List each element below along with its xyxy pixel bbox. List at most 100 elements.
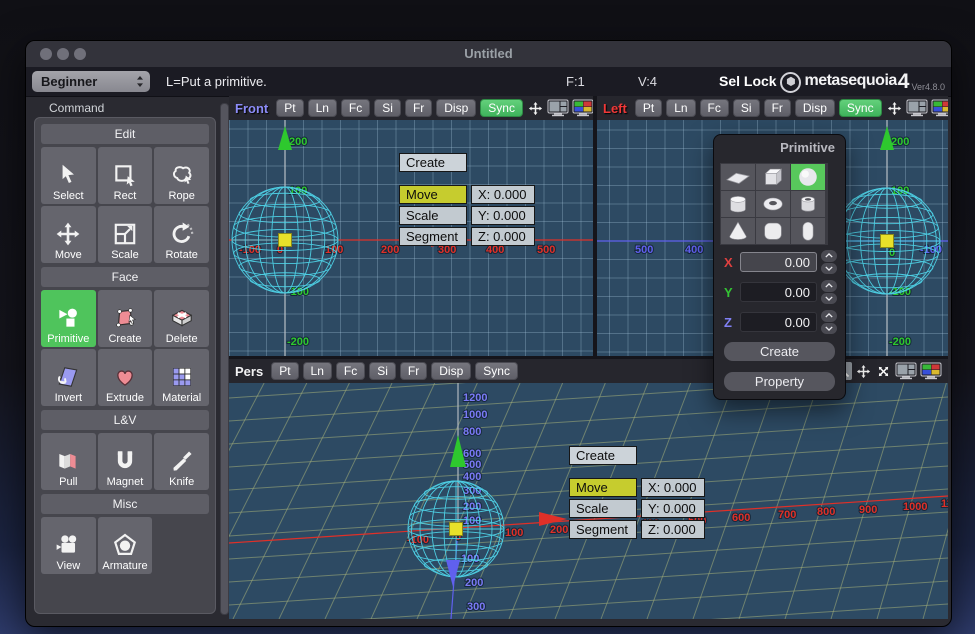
selection-handle[interactable]: [450, 523, 463, 536]
selection-handle[interactable]: [881, 235, 894, 248]
viewport-front-button-ln[interactable]: Ln: [308, 99, 337, 117]
sidebar-item-scale[interactable]: Scale: [98, 206, 153, 263]
viewport-front-body[interactable]: -1000100200300400500200100-100-200 Creat…: [229, 120, 593, 356]
scale-mode-button[interactable]: Scale: [399, 206, 467, 225]
viewport-front-button-sync[interactable]: Sync: [480, 99, 523, 117]
axis-value-field[interactable]: X: 0.000: [641, 478, 705, 497]
sidebar-item-delete[interactable]: Delete: [154, 290, 209, 347]
viewport-left-button-pt[interactable]: Pt: [635, 99, 662, 117]
monitor-plain-icon[interactable]: [894, 362, 917, 380]
rotate-icon: [169, 221, 195, 247]
axis-value-field[interactable]: Y: 0.000: [471, 206, 535, 225]
primitive-shape-plane[interactable]: [721, 164, 755, 190]
move-mode-button[interactable]: Move: [399, 185, 467, 204]
step-down-button[interactable]: [821, 293, 837, 305]
viewport-pers-button-fr[interactable]: Fr: [400, 362, 427, 380]
viewport-left-button-sync[interactable]: Sync: [839, 99, 882, 117]
sidebar-item-rope[interactable]: Rope: [154, 147, 209, 204]
move-icon[interactable]: [886, 99, 904, 117]
primitive-create-button[interactable]: Create: [724, 342, 835, 361]
axis-input-x[interactable]: 0.00: [740, 252, 817, 272]
move-icon[interactable]: [854, 362, 872, 380]
viewport-left-button-si[interactable]: Si: [733, 99, 760, 117]
viewport-pers-button-si[interactable]: Si: [369, 362, 396, 380]
primitive-shape-capsule[interactable]: [791, 218, 825, 244]
monitor-plain-icon[interactable]: [906, 99, 929, 117]
create-button[interactable]: Create: [399, 153, 467, 172]
sidebar-item-armature[interactable]: Armature: [98, 517, 153, 574]
move-icon[interactable]: [527, 99, 545, 117]
sidebar-item-extrude[interactable]: Extrude: [98, 349, 153, 406]
command-panel: EditSelectRectRopeMoveScaleRotateFacePri…: [34, 117, 216, 614]
primitive-axis-row-z: Z0.00: [714, 312, 845, 334]
sidebar-item-label: Delete: [166, 333, 198, 345]
viewport-left-button-fc[interactable]: Fc: [700, 99, 729, 117]
create-button[interactable]: Create: [569, 446, 637, 465]
metasequoia-logo-icon: ⬢: [780, 72, 801, 93]
step-up-button[interactable]: [821, 250, 837, 262]
cube-icon: [758, 165, 788, 189]
sidebar-item-invert[interactable]: Invert: [41, 349, 96, 406]
svg-text:1000: 1000: [903, 501, 927, 513]
viewport-pers-button-disp[interactable]: Disp: [431, 362, 471, 380]
segment-mode-button[interactable]: Segment: [569, 520, 637, 539]
axis-value-field[interactable]: Z: 0.000: [471, 227, 535, 246]
viewport-front-button-fr[interactable]: Fr: [405, 99, 432, 117]
axis-value-field[interactable]: Z: 0.000: [641, 520, 705, 539]
sidebar-item-magnet[interactable]: Magnet: [98, 433, 153, 490]
sidebar-scrollbar[interactable]: [220, 103, 229, 615]
viewport-pers-button-fc[interactable]: Fc: [336, 362, 365, 380]
capsule-icon: [793, 219, 823, 243]
viewport-left-button-disp[interactable]: Disp: [795, 99, 835, 117]
viewport-pers-button-pt[interactable]: Pt: [271, 362, 298, 380]
viewport-front-button-disp[interactable]: Disp: [436, 99, 476, 117]
axis-value-field[interactable]: X: 0.000: [471, 185, 535, 204]
sidebar-item-pull[interactable]: Pull: [41, 433, 96, 490]
viewport-front-button-fc[interactable]: Fc: [341, 99, 370, 117]
sidebar-item-primitive[interactable]: Primitive: [41, 290, 96, 347]
viewport-pers-button-ln[interactable]: Ln: [303, 362, 332, 380]
primitive-shape-rounded-cube[interactable]: [756, 218, 790, 244]
step-down-button[interactable]: [821, 263, 837, 275]
primitive-shape-torus[interactable]: [756, 191, 790, 217]
monitor-plain-icon[interactable]: [547, 99, 570, 117]
axis-input-z[interactable]: 0.00: [740, 312, 817, 332]
viewport-left-button-fr[interactable]: Fr: [764, 99, 791, 117]
axis-value-field[interactable]: Y: 0.000: [641, 499, 705, 518]
selection-handle[interactable]: [279, 234, 292, 247]
step-up-button[interactable]: [821, 310, 837, 322]
primitive-property-button[interactable]: Property: [724, 372, 835, 391]
move-mode-button[interactable]: Move: [569, 478, 637, 497]
primitive-shape-sphere[interactable]: [791, 164, 825, 190]
sidebar-item-view[interactable]: View: [41, 517, 96, 574]
sidebar-item-material[interactable]: Material: [154, 349, 209, 406]
sel-lock-toggle[interactable]: Sel Lock: [719, 73, 777, 89]
monitor-color-icon[interactable]: [931, 99, 948, 117]
primitive-shape-cube[interactable]: [756, 164, 790, 190]
monitor-color-icon[interactable]: [919, 362, 942, 380]
sidebar-item-move[interactable]: Move: [41, 206, 96, 263]
viewport-pers-body[interactable]: 12001000800600500400300200100100200300-1…: [229, 383, 948, 619]
sidebar-item-rect[interactable]: Rect: [98, 147, 153, 204]
primitive-shape-cylinder[interactable]: [721, 191, 755, 217]
scale-mode-button[interactable]: Scale: [569, 499, 637, 518]
step-up-button[interactable]: [821, 280, 837, 292]
segment-mode-button[interactable]: Segment: [399, 227, 467, 246]
sidebar-item-rotate[interactable]: Rotate: [154, 206, 209, 263]
primitive-shape-pipe[interactable]: [791, 191, 825, 217]
viewport-pers-button-sync[interactable]: Sync: [475, 362, 518, 380]
sidebar-item-knife[interactable]: Knife: [154, 433, 209, 490]
sidebar-item-create[interactable]: Create: [98, 290, 153, 347]
viewport-front-button-si[interactable]: Si: [374, 99, 401, 117]
mode-dropdown[interactable]: Beginner: [32, 71, 150, 92]
sidebar-item-select[interactable]: Select: [41, 147, 96, 204]
axis-input-y[interactable]: 0.00: [740, 282, 817, 302]
viewport-left-button-ln[interactable]: Ln: [666, 99, 695, 117]
step-down-button[interactable]: [821, 323, 837, 335]
section-header-misc: Misc: [41, 494, 209, 514]
viewport-front-button-pt[interactable]: Pt: [276, 99, 303, 117]
viewport-name-left: Left: [603, 101, 627, 116]
primitive-shape-cone[interactable]: [721, 218, 755, 244]
orbit-icon[interactable]: [874, 362, 892, 380]
monitor-color-icon[interactable]: [572, 99, 593, 117]
